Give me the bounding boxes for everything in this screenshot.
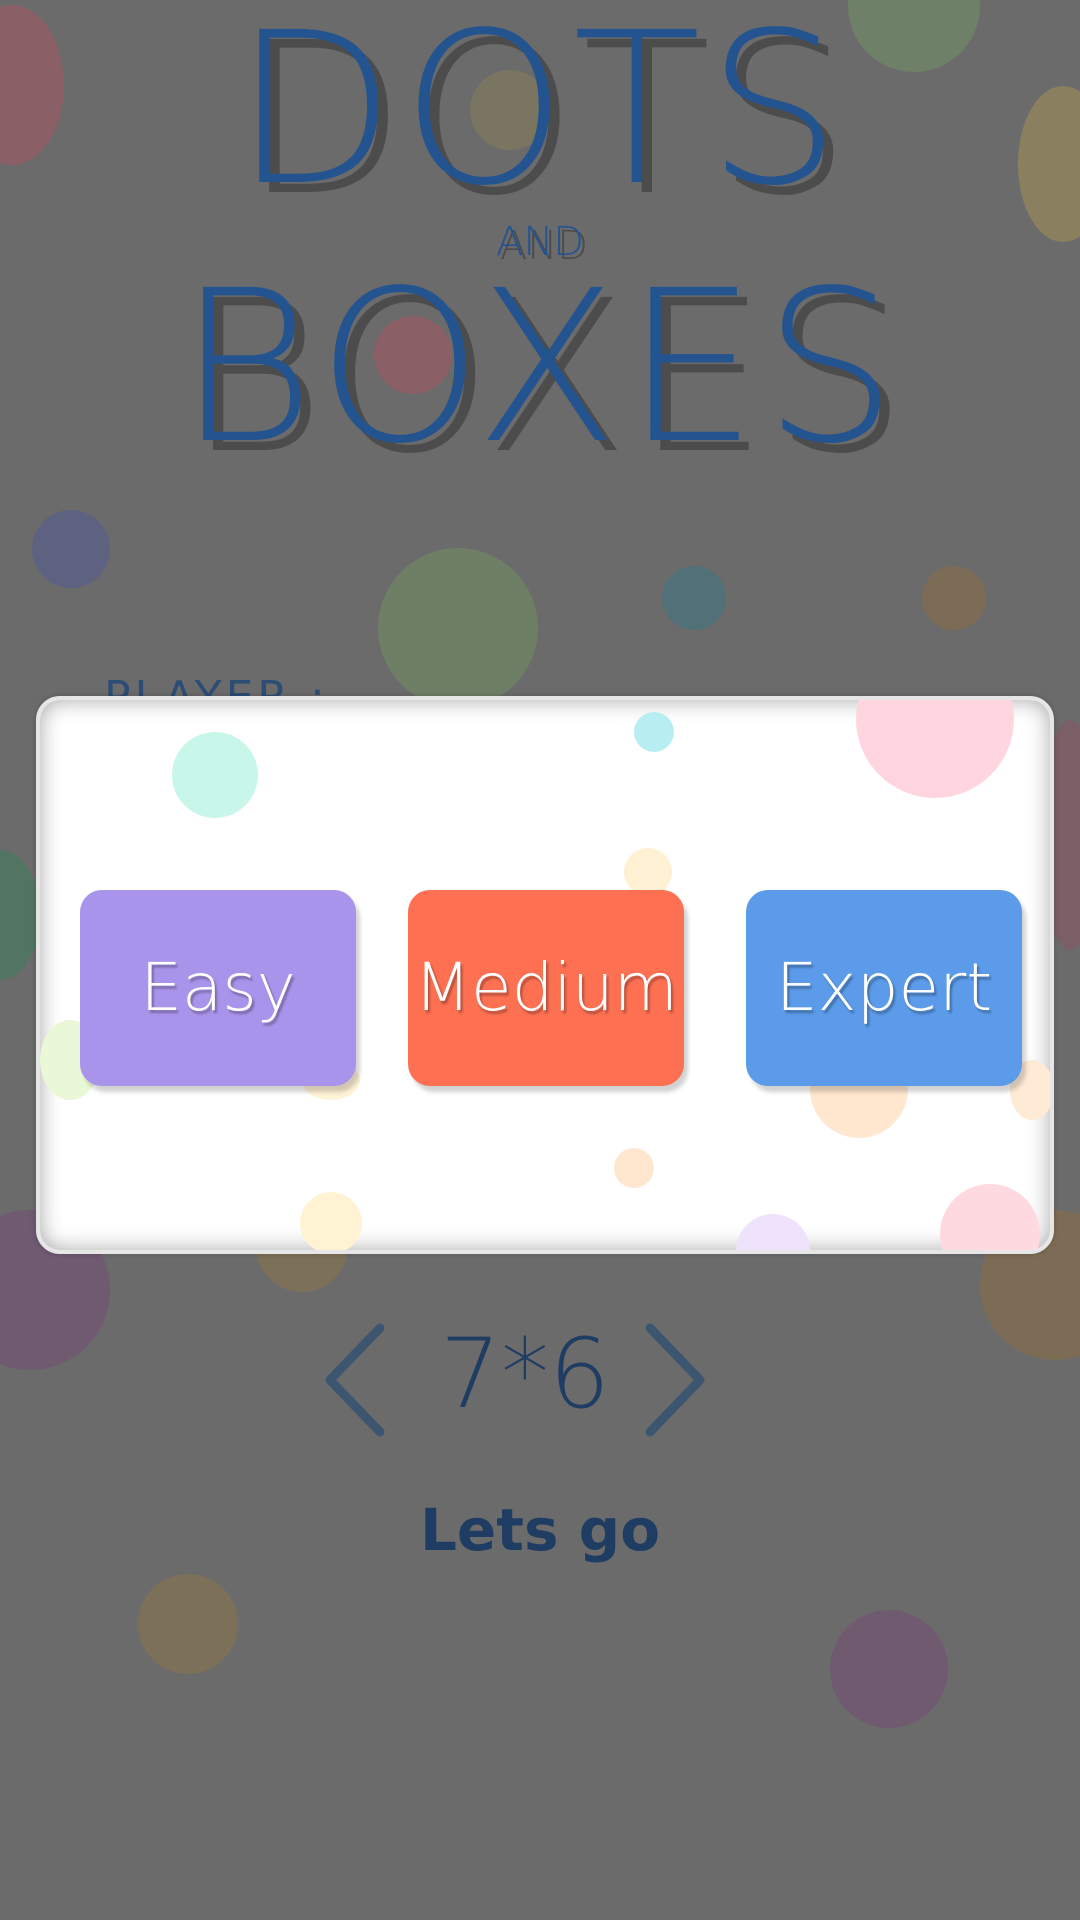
easy-button[interactable]: Easy: [80, 890, 356, 1086]
decorative-dot: [300, 1192, 362, 1250]
chevron-left-icon[interactable]: [318, 1320, 398, 1440]
start-game-button[interactable]: Lets go: [0, 1496, 1080, 1564]
decorative-dot: [172, 732, 258, 818]
background-dot: [378, 548, 538, 708]
board-size-selector: 7*6: [0, 1300, 1080, 1440]
background-dot: [830, 1610, 948, 1728]
chevron-right-icon[interactable]: [632, 1320, 712, 1440]
decorative-dot: [634, 712, 674, 752]
title-boxes: BOXES: [177, 245, 903, 490]
title-dots: DOTS: [233, 0, 847, 232]
background-dot: [32, 510, 110, 588]
background-dot: [922, 566, 986, 630]
difficulty-dialog: Easy Medium Expert: [36, 696, 1054, 1254]
decorative-dot: [624, 848, 672, 896]
background-dot: [662, 566, 726, 630]
background-dot: [0, 850, 40, 980]
board-size-value: 7*6: [439, 1318, 611, 1430]
decorative-dot: [614, 1148, 654, 1188]
decorative-dot: [856, 700, 1014, 798]
expert-button[interactable]: Expert: [746, 890, 1022, 1086]
medium-button[interactable]: Medium: [408, 890, 684, 1086]
decorative-dot: [736, 1214, 810, 1250]
decorative-dot: [940, 1184, 1040, 1250]
background-dot: [138, 1574, 238, 1674]
